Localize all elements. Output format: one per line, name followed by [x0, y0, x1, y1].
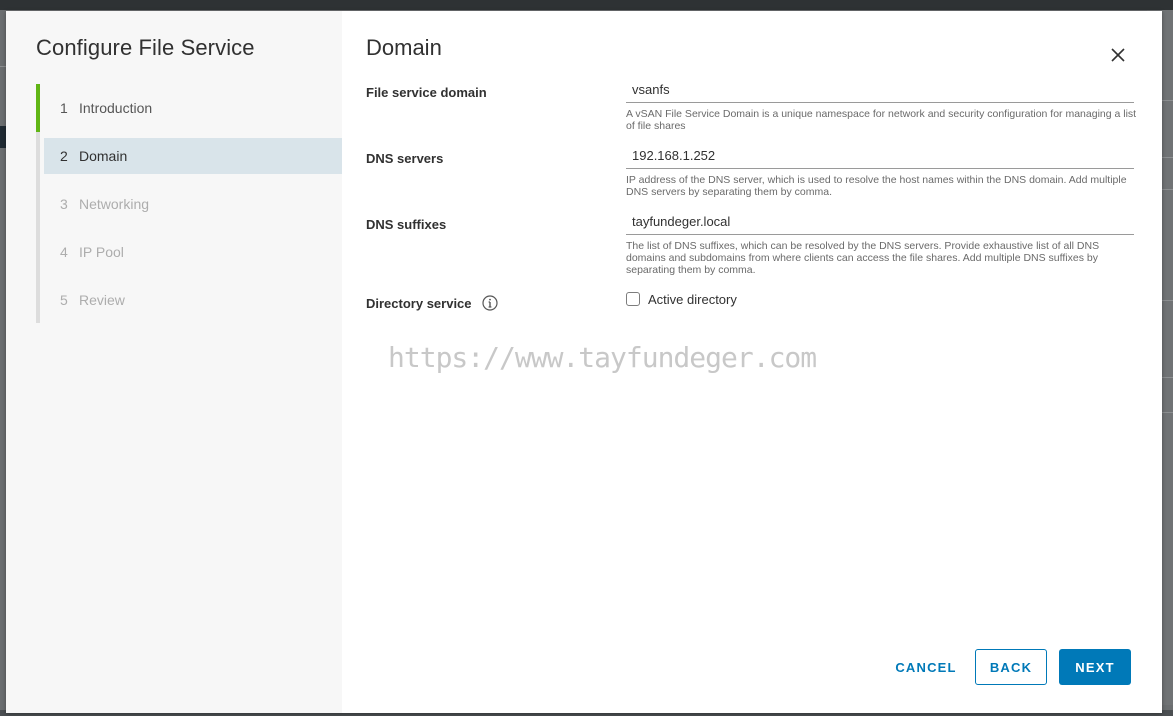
background-header — [0, 0, 1173, 10]
step-number: 5 — [60, 292, 68, 308]
file-service-domain-input[interactable] — [626, 77, 1134, 101]
next-button[interactable]: NEXT — [1059, 649, 1131, 685]
dns-suffixes-label: DNS suffixes — [366, 217, 447, 232]
active-directory-checkbox[interactable] — [626, 292, 640, 306]
step-progress-indicator — [36, 84, 40, 132]
dns-servers-label: DNS servers — [366, 151, 444, 166]
wizard-sidebar: Configure File Service 1 Introduction 2 … — [6, 11, 342, 713]
active-directory-label[interactable]: Active directory — [648, 292, 737, 307]
step-label: IP Pool — [79, 244, 124, 260]
step-networking: 3 Networking — [44, 186, 342, 222]
file-service-domain-field — [626, 77, 1134, 103]
step-number: 3 — [60, 196, 68, 212]
configure-file-service-dialog: Configure File Service 1 Introduction 2 … — [6, 11, 1162, 713]
page-title: Domain — [366, 35, 442, 60]
dns-servers-help: IP address of the DNS server, which is u… — [626, 174, 1127, 198]
dns-servers-field — [626, 143, 1134, 169]
cancel-button[interactable]: CANCEL — [882, 649, 970, 685]
info-circle-icon — [482, 295, 498, 311]
file-service-domain-help: A vSAN File Service Domain is a unique n… — [626, 108, 1137, 132]
wizard-content: Domain File service domain A vSAN File S… — [342, 11, 1162, 713]
step-label: Introduction — [79, 100, 153, 116]
info-icon[interactable] — [482, 295, 498, 311]
dns-suffixes-help: The list of DNS suffixes, which can be r… — [626, 240, 1100, 276]
dns-suffixes-field — [626, 209, 1134, 235]
step-number: 4 — [60, 244, 68, 260]
file-service-domain-label: File service domain — [366, 85, 487, 100]
dns-servers-input[interactable] — [626, 143, 1134, 167]
step-number: 2 — [60, 148, 68, 164]
step-ip-pool: 4 IP Pool — [44, 234, 342, 270]
close-button[interactable] — [1106, 43, 1130, 67]
dns-suffixes-input[interactable] — [626, 209, 1134, 233]
wizard-title: Configure File Service — [36, 35, 255, 60]
step-number: 1 — [60, 100, 68, 116]
directory-service-label: Directory service — [366, 296, 472, 311]
step-domain[interactable]: 2 Domain — [44, 138, 342, 174]
close-icon — [1111, 48, 1125, 62]
step-label: Networking — [79, 196, 150, 212]
back-button[interactable]: BACK — [975, 649, 1047, 685]
step-review: 5 Review — [44, 282, 342, 318]
step-label: Review — [79, 292, 125, 308]
step-introduction[interactable]: 1 Introduction — [44, 90, 342, 126]
step-label: Domain — [79, 148, 128, 164]
watermark-text: https://www.tayfundeger.com — [388, 341, 817, 374]
